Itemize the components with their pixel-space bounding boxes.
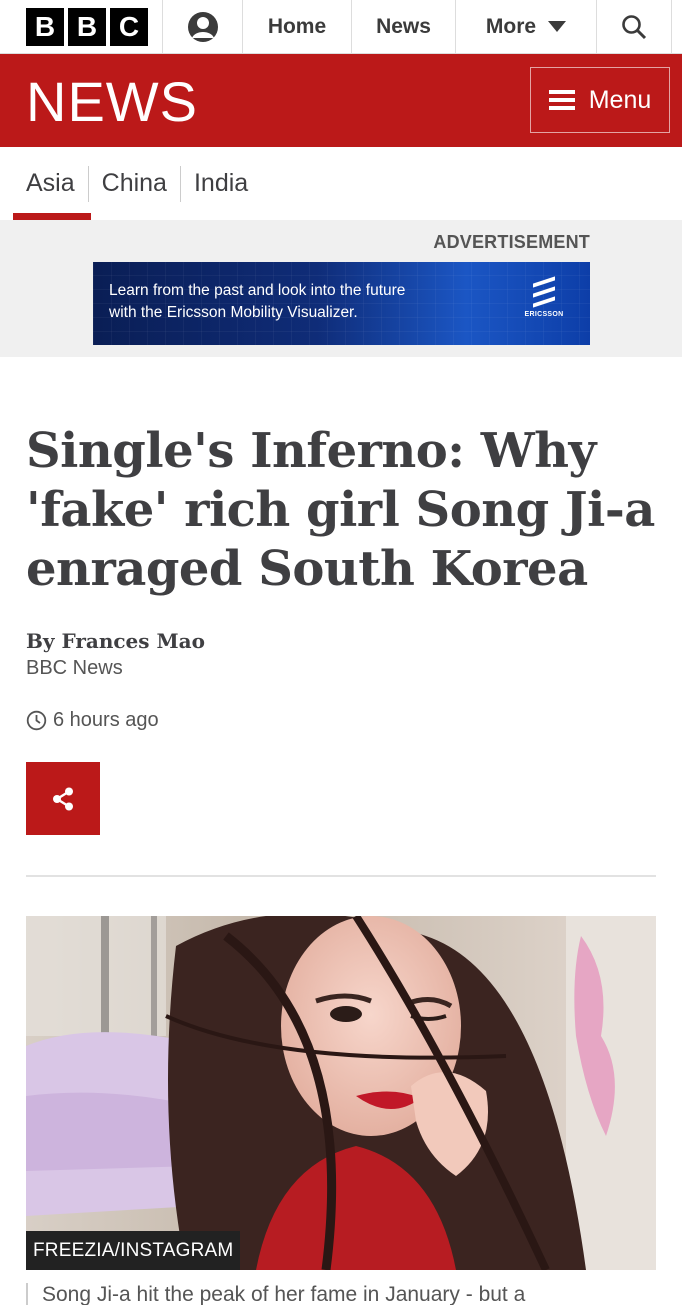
author-name: By Frances Mao — [26, 629, 205, 653]
caret-down-icon — [548, 21, 567, 32]
ad-banner[interactable]: Learn from the past and look into the fu… — [93, 262, 590, 345]
clock-icon — [26, 710, 47, 731]
bbc-logo-letter: B — [26, 7, 64, 46]
nav-news-link[interactable]: News — [352, 0, 456, 53]
article-hero-image — [26, 916, 656, 1270]
publish-time-text: 6 hours ago — [53, 709, 159, 731]
divider — [26, 875, 656, 877]
bbc-logo-letter: B — [68, 7, 106, 46]
ad-line-2: with the Ericsson Mobility Visualizer. — [109, 304, 358, 321]
section-tab-asia[interactable]: Asia — [13, 165, 89, 202]
ad-text: Learn from the past and look into the fu… — [109, 280, 405, 324]
ericsson-icon — [533, 276, 555, 308]
share-icon — [53, 787, 73, 810]
section-tab-china[interactable]: China — [89, 165, 181, 202]
portrait-photo — [26, 916, 656, 1270]
nav-more-label: More — [485, 14, 537, 38]
menu-button[interactable]: Menu — [530, 67, 670, 133]
image-credit: FREEZIA/INSTAGRAM — [26, 1231, 241, 1270]
news-header: NEWS Menu — [0, 54, 682, 147]
bbc-logo[interactable]: B B C — [0, 0, 163, 53]
article-headline: Single's Inferno: Why 'fake' rich girl S… — [26, 423, 655, 597]
ad-line-1: Learn from the past and look into the fu… — [109, 282, 406, 299]
active-tab-indicator — [13, 213, 91, 220]
account-icon — [187, 11, 218, 42]
nav-more-button[interactable]: More — [456, 0, 597, 53]
section-nav: Asia China India — [0, 147, 682, 220]
image-caption: Song Ji-a hit the peak of her fame in Ja… — [26, 1283, 666, 1305]
publish-time: 6 hours ago — [26, 709, 159, 732]
search-icon — [622, 14, 647, 39]
section-tab-india[interactable]: India — [181, 166, 261, 202]
bbc-logo-letter: C — [110, 7, 148, 46]
hamburger-icon — [548, 90, 575, 110]
account-button[interactable] — [163, 0, 243, 53]
share-button[interactable] — [26, 762, 100, 835]
news-logo[interactable]: NEWS — [26, 72, 198, 132]
search-button[interactable] — [597, 0, 672, 53]
ericsson-logo: ERICSSON — [519, 276, 569, 328]
menu-label: Menu — [588, 85, 652, 114]
ericsson-brand-name: ERICSSON — [524, 311, 564, 318]
advertisement-label: ADVERTISEMENT — [433, 232, 590, 252]
advertisement-area: ADVERTISEMENT Learn from the past and lo… — [0, 220, 682, 357]
bbc-top-bar: B B C Home News More — [0, 0, 682, 54]
nav-home-link[interactable]: Home — [243, 0, 352, 53]
author-organisation: BBC News — [26, 657, 123, 679]
